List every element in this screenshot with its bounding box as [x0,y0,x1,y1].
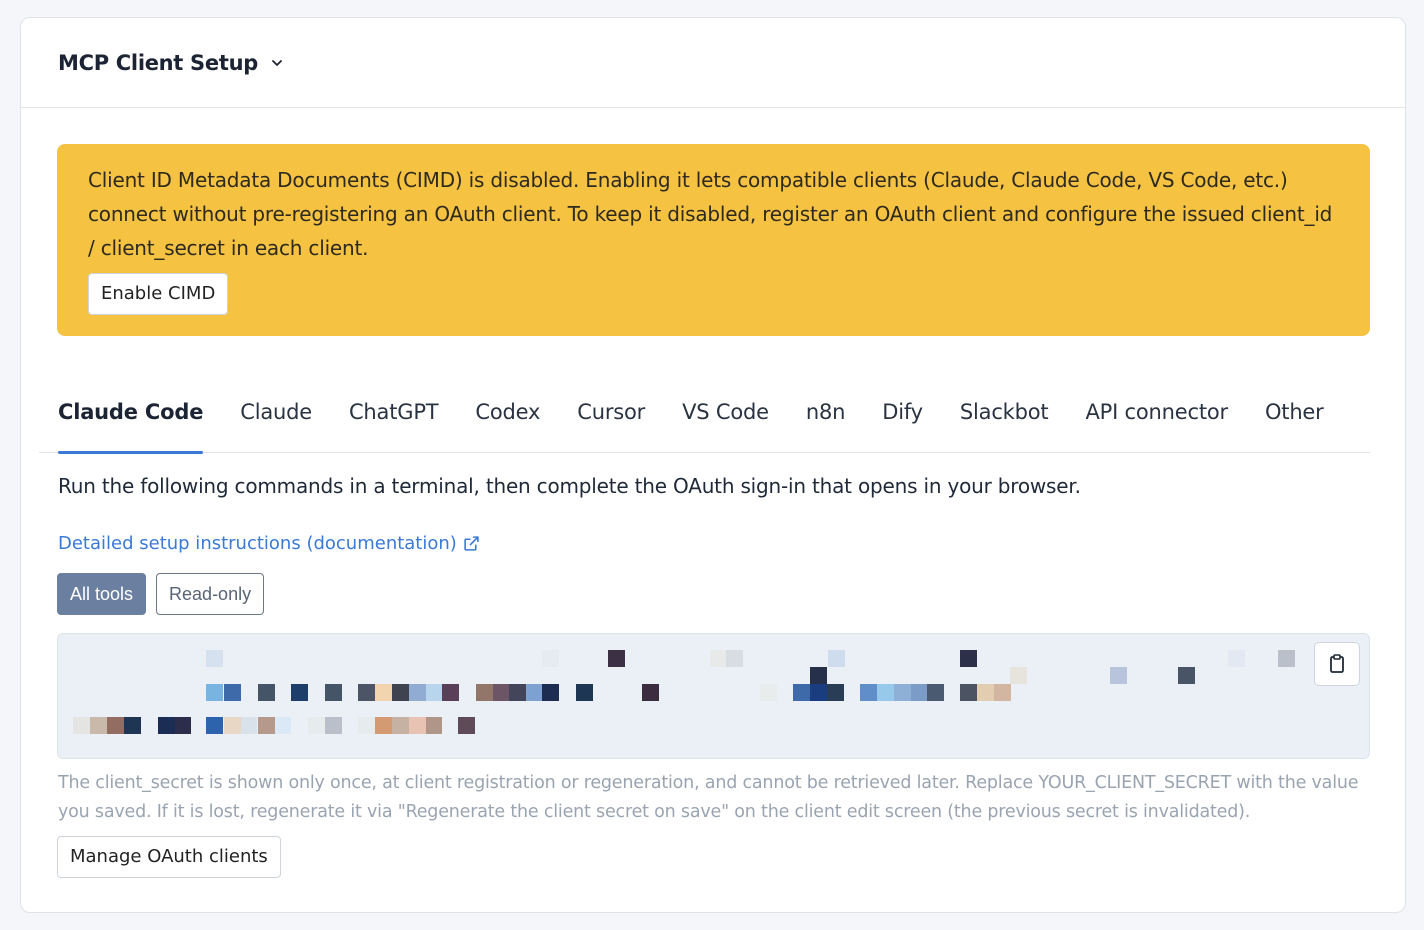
tab-vs-code[interactable]: VS Code [682,385,769,453]
redacted-pixel [726,650,743,667]
redacted-pixel [274,717,291,734]
instructions-text: Run the following commands in a terminal… [58,474,1081,498]
redacted-pixel [358,684,375,701]
redacted-pixel [827,684,844,701]
redacted-pixel [710,650,727,667]
redacted-pixel [608,650,625,667]
redacted-pixel [206,717,223,734]
redacted-pixel [107,717,124,734]
redacted-pixel [325,717,342,734]
redacted-pixel [425,717,442,734]
tab-cursor[interactable]: Cursor [577,385,645,453]
redacted-pixel [1278,650,1295,667]
redacted-pixel [576,684,593,701]
redacted-pixel [224,684,241,701]
redacted-pixel [425,684,442,701]
redacted-pixel [793,684,810,701]
tab-api-connector[interactable]: API connector [1085,385,1228,453]
tab-slackbot[interactable]: Slackbot [960,385,1049,453]
redacted-pixel [894,684,911,701]
redacted-pixel [1110,667,1127,684]
redacted-pixel [542,684,559,701]
section-toggle[interactable]: MCP Client Setup [58,51,284,75]
redacted-pixel [308,717,325,734]
redacted-pixel [73,717,90,734]
redacted-pixel [442,684,459,701]
redacted-pixel [206,650,223,667]
redacted-pixel [760,684,777,701]
redacted-pixel [375,684,392,701]
tab-claude-code[interactable]: Claude Code [58,385,204,454]
redacted-pixel [375,717,392,734]
tab-n8n[interactable]: n8n [806,385,846,453]
card-header: MCP Client Setup [21,18,1405,108]
copy-button[interactable] [1314,642,1360,686]
redacted-pixel [291,684,308,701]
enable-cimd-button[interactable]: Enable CIMD [88,273,229,315]
redacted-pixel [1228,650,1245,667]
redacted-pixel [877,684,894,701]
redacted-pixel [977,684,994,701]
redacted-pixel [124,717,141,734]
redacted-pixel [542,650,559,667]
redacted-pixel [810,684,827,701]
redacted-pixel [90,717,107,734]
redacted-pixel [258,717,275,734]
documentation-link[interactable]: Detailed setup instructions (documentati… [58,533,480,554]
tab-dify[interactable]: Dify [882,385,923,453]
redacted-pixel [224,717,241,734]
tab-claude[interactable]: Claude [240,385,312,453]
documentation-link-label: Detailed setup instructions (documentati… [58,533,457,554]
redacted-pixel [960,650,977,667]
redacted-pixel [828,650,845,667]
section-title: MCP Client Setup [58,50,258,75]
mcp-client-setup-card: MCP Client Setup Client ID Metadata Docu… [20,17,1406,913]
redacted-pixel [392,717,409,734]
redacted-pixel [994,684,1011,701]
redacted-pixel [409,684,426,701]
read-only-toggle[interactable]: Read-only [156,573,265,615]
redacted-pixel [158,717,175,734]
redacted-pixel [1010,667,1027,684]
redacted-pixel [325,684,342,701]
redacted-pixel [642,684,659,701]
manage-oauth-clients-button[interactable]: Manage OAuth clients [57,836,281,878]
tab-codex[interactable]: Codex [475,385,540,453]
external-link-icon [464,536,479,551]
redacted-pixel [409,717,426,734]
redacted-pixel [458,717,475,734]
command-code-block[interactable] [57,633,1370,759]
redacted-pixel [476,684,493,701]
tab-other[interactable]: Other [1265,385,1324,453]
redacted-pixel [258,684,275,701]
client-secret-note: The client_secret is shown only once, at… [58,773,1359,822]
redacted-pixel [240,717,257,734]
redacted-pixel [509,684,526,701]
redacted-pixel [960,684,977,701]
all-tools-toggle[interactable]: All tools [57,573,147,615]
redacted-pixel [392,684,409,701]
tab-chatgpt[interactable]: ChatGPT [349,385,439,453]
redacted-pixel [525,684,542,701]
clipboard-icon [1330,654,1344,673]
redacted-pixel [492,684,509,701]
redacted-pixel [1178,667,1195,684]
redacted-pixel [174,717,191,734]
redacted-pixel [927,684,944,701]
warning-message: Client ID Metadata Documents (CIMD) is d… [88,168,1333,260]
scope-toggle-group: All tools Read-only [57,573,274,615]
cimd-warning-banner: Client ID Metadata Documents (CIMD) is d… [57,144,1370,336]
redacted-pixel [358,717,375,734]
redacted-pixel [206,684,223,701]
redacted-pixel [810,667,827,684]
redacted-pixel [860,684,877,701]
redacted-pixel [910,684,927,701]
client-tabs: Claude Code Claude ChatGPT Codex Cursor VS Co… [39,385,1370,454]
chevron-down-icon [270,56,284,70]
